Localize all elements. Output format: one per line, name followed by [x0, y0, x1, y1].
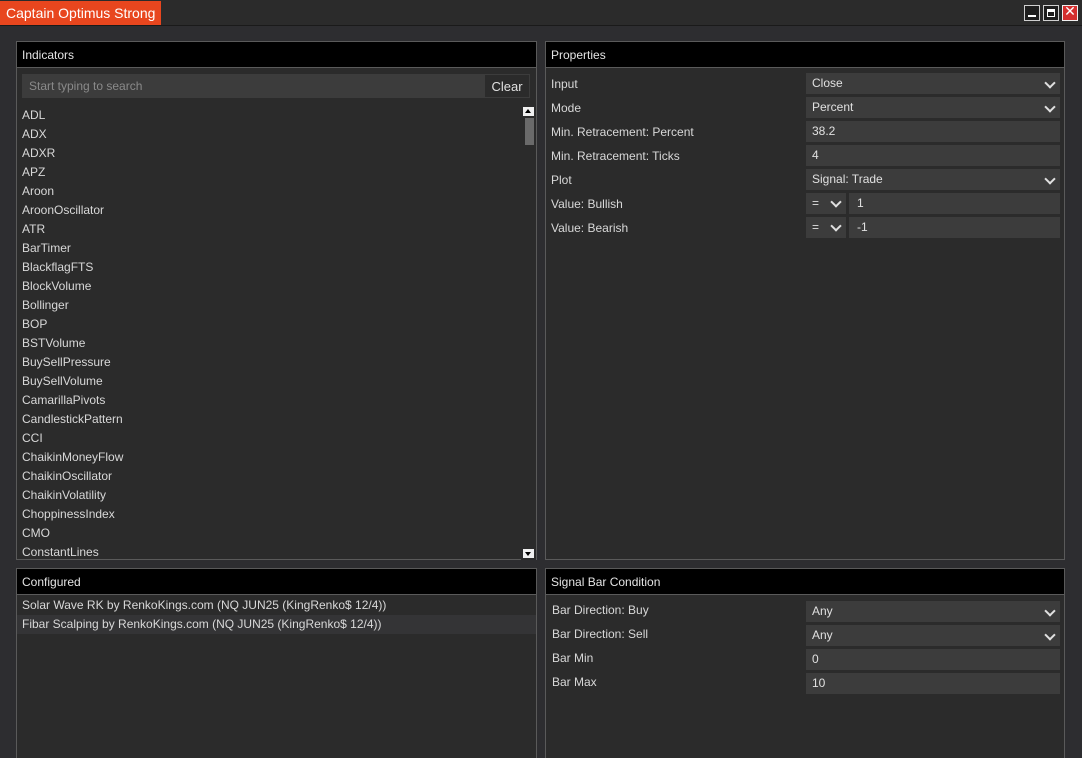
indicator-search-row: Clear	[22, 74, 530, 98]
indicator-list-item[interactable]: BuySellVolume	[22, 372, 518, 391]
scroll-up-icon[interactable]	[523, 107, 534, 116]
indicator-search-input[interactable]	[22, 74, 484, 98]
bar-min-field[interactable]: 0	[806, 649, 1060, 670]
window-controls: ✕	[1024, 4, 1078, 21]
prop-label: Bar Max	[552, 675, 597, 689]
properties-header: Properties	[546, 42, 1064, 68]
prop-label: Input	[551, 77, 578, 91]
prop-row-input: Input Close	[551, 73, 1060, 95]
input-select[interactable]: Close	[806, 73, 1060, 94]
prop-row-mode: Mode Percent	[551, 97, 1060, 119]
indicator-list: ADL ADX ADXR APZ Aroon AroonOscillator ATR BarT…	[22, 106, 518, 562]
indicator-list-item[interactable]: CamarillaPivots	[22, 391, 518, 410]
close-icon[interactable]: ✕	[1062, 4, 1078, 21]
indicator-list-item[interactable]: ConstantLines	[22, 543, 518, 562]
indicator-list-item[interactable]: BlackflagFTS	[22, 258, 518, 277]
prop-label: Mode	[551, 101, 582, 115]
window-title: Captain Optimus Strong	[0, 1, 162, 25]
indicator-list-item[interactable]: CandlestickPattern	[22, 410, 518, 429]
configured-panel: Configured Solar Wave RK by RenkoKings.c…	[16, 568, 537, 758]
properties-panel: Properties Input Close Mode Percent Min.…	[545, 41, 1065, 560]
indicator-list-item[interactable]: CCI	[22, 429, 518, 448]
indicator-list-item[interactable]: ATR	[22, 220, 518, 239]
indicator-list-item[interactable]: ADXR	[22, 144, 518, 163]
prop-label: Plot	[551, 173, 572, 187]
indicators-header: Indicators	[17, 42, 536, 68]
maximize-glyph	[1047, 9, 1055, 17]
bullish-value-field[interactable]: 1	[849, 193, 1060, 214]
prop-row-min-retracement-ticks: Min. Retracement: Ticks 4	[551, 145, 1060, 167]
indicator-list-item[interactable]: AroonOscillator	[22, 201, 518, 220]
prop-row-value-bearish: Value: Bearish = -1	[551, 217, 1060, 239]
indicator-list-item[interactable]: ChaikinVolatility	[22, 486, 518, 505]
configured-item[interactable]: Solar Wave RK by RenkoKings.com (NQ JUN2…	[17, 596, 536, 615]
scroll-down-icon[interactable]	[523, 549, 534, 558]
indicator-list-item[interactable]: BuySellPressure	[22, 353, 518, 372]
signal-bar-condition-header: Signal Bar Condition	[546, 569, 1064, 595]
title-bar[interactable]: Captain Optimus Strong ✕	[0, 0, 1082, 26]
indicators-panel: Indicators Clear ADLADXADXRAPZAroonAroon…	[16, 41, 537, 560]
prop-row-value-bullish: Value: Bullish = 1	[551, 193, 1060, 215]
min-retracement-ticks-field[interactable]: 4	[806, 145, 1060, 166]
prop-label: Min. Retracement: Percent	[551, 125, 694, 139]
indicator-list-item[interactable]: ADL	[22, 106, 518, 125]
indicator-list-item[interactable]: BlockVolume	[22, 277, 518, 296]
prop-label: Bar Direction: Buy	[552, 603, 649, 617]
prop-row-plot: Plot Signal: Trade	[551, 169, 1060, 191]
close-glyph: ✕	[1064, 4, 1076, 20]
scroll-thumb[interactable]	[525, 118, 534, 145]
prop-label: Value: Bullish	[551, 197, 623, 211]
indicator-list-item[interactable]: ADX	[22, 125, 518, 144]
prop-row-bar-direction-buy: Bar Direction: Buy Any	[552, 599, 1061, 622]
configured-list: Solar Wave RK by RenkoKings.com (NQ JUN2…	[17, 596, 536, 634]
bar-direction-buy-select[interactable]: Any	[806, 601, 1060, 622]
bearish-value-field[interactable]: -1	[849, 217, 1060, 238]
clear-button[interactable]: Clear	[484, 74, 530, 98]
prop-label: Bar Direction: Sell	[552, 627, 649, 641]
indicator-list-item[interactable]: ChaikinOscillator	[22, 467, 518, 486]
plot-select[interactable]: Signal: Trade	[806, 169, 1060, 190]
configured-header: Configured	[17, 569, 536, 595]
indicator-list-item[interactable]: Bollinger	[22, 296, 518, 315]
prop-label: Min. Retracement: Ticks	[551, 149, 680, 163]
indicator-list-item[interactable]: ChaikinMoneyFlow	[22, 448, 518, 467]
indicator-list-item[interactable]: BSTVolume	[22, 334, 518, 353]
min-retracement-percent-field[interactable]: 38.2	[806, 121, 1060, 142]
prop-label: Bar Min	[552, 651, 594, 665]
indicator-list-item[interactable]: APZ	[22, 163, 518, 182]
indicator-list-scrollbar[interactable]	[521, 106, 536, 560]
maximize-icon[interactable]	[1043, 5, 1059, 21]
indicator-list-item[interactable]: BarTimer	[22, 239, 518, 258]
bar-max-field[interactable]: 10	[806, 673, 1060, 694]
prop-row-bar-direction-sell: Bar Direction: Sell Any	[552, 623, 1061, 646]
bearish-operator-select[interactable]: =	[806, 217, 846, 238]
indicator-list-item[interactable]: CMO	[22, 524, 518, 543]
signal-bar-condition-panel: Signal Bar Condition Bar Direction: Buy …	[545, 568, 1065, 758]
prop-label: Value: Bearish	[551, 221, 629, 235]
prop-row-bar-max: Bar Max 10	[552, 671, 1061, 694]
bullish-operator-select[interactable]: =	[806, 193, 846, 214]
minimize-icon[interactable]	[1024, 5, 1040, 21]
prop-row-bar-min: Bar Min 0	[552, 647, 1061, 670]
bar-direction-sell-select[interactable]: Any	[806, 625, 1060, 646]
mode-select[interactable]: Percent	[806, 97, 1060, 118]
indicator-list-item[interactable]: ChoppinessIndex	[22, 505, 518, 524]
configured-item[interactable]: Fibar Scalping by RenkoKings.com (NQ JUN…	[17, 615, 536, 634]
indicator-list-item[interactable]: Aroon	[22, 182, 518, 201]
prop-row-min-retracement-percent: Min. Retracement: Percent 38.2	[551, 121, 1060, 143]
minimize-glyph	[1028, 15, 1036, 17]
indicator-list-item[interactable]: BOP	[22, 315, 518, 334]
